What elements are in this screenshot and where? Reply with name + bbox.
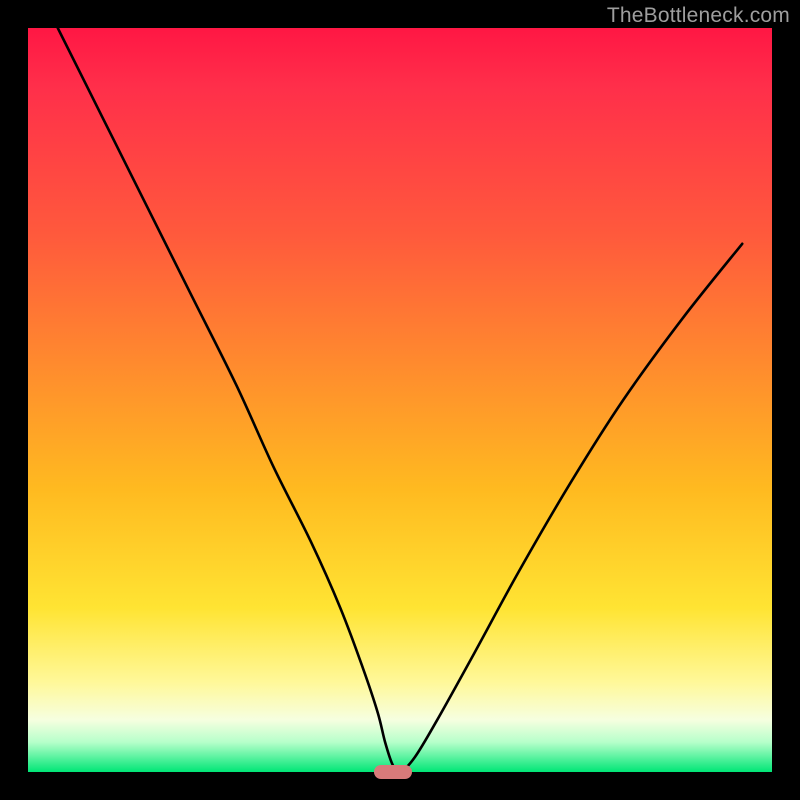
watermark-text: TheBottleneck.com <box>607 4 790 28</box>
bottleneck-curve <box>28 28 772 772</box>
plot-area <box>28 28 772 772</box>
chart-frame: TheBottleneck.com <box>0 0 800 800</box>
minimum-marker <box>374 765 412 779</box>
